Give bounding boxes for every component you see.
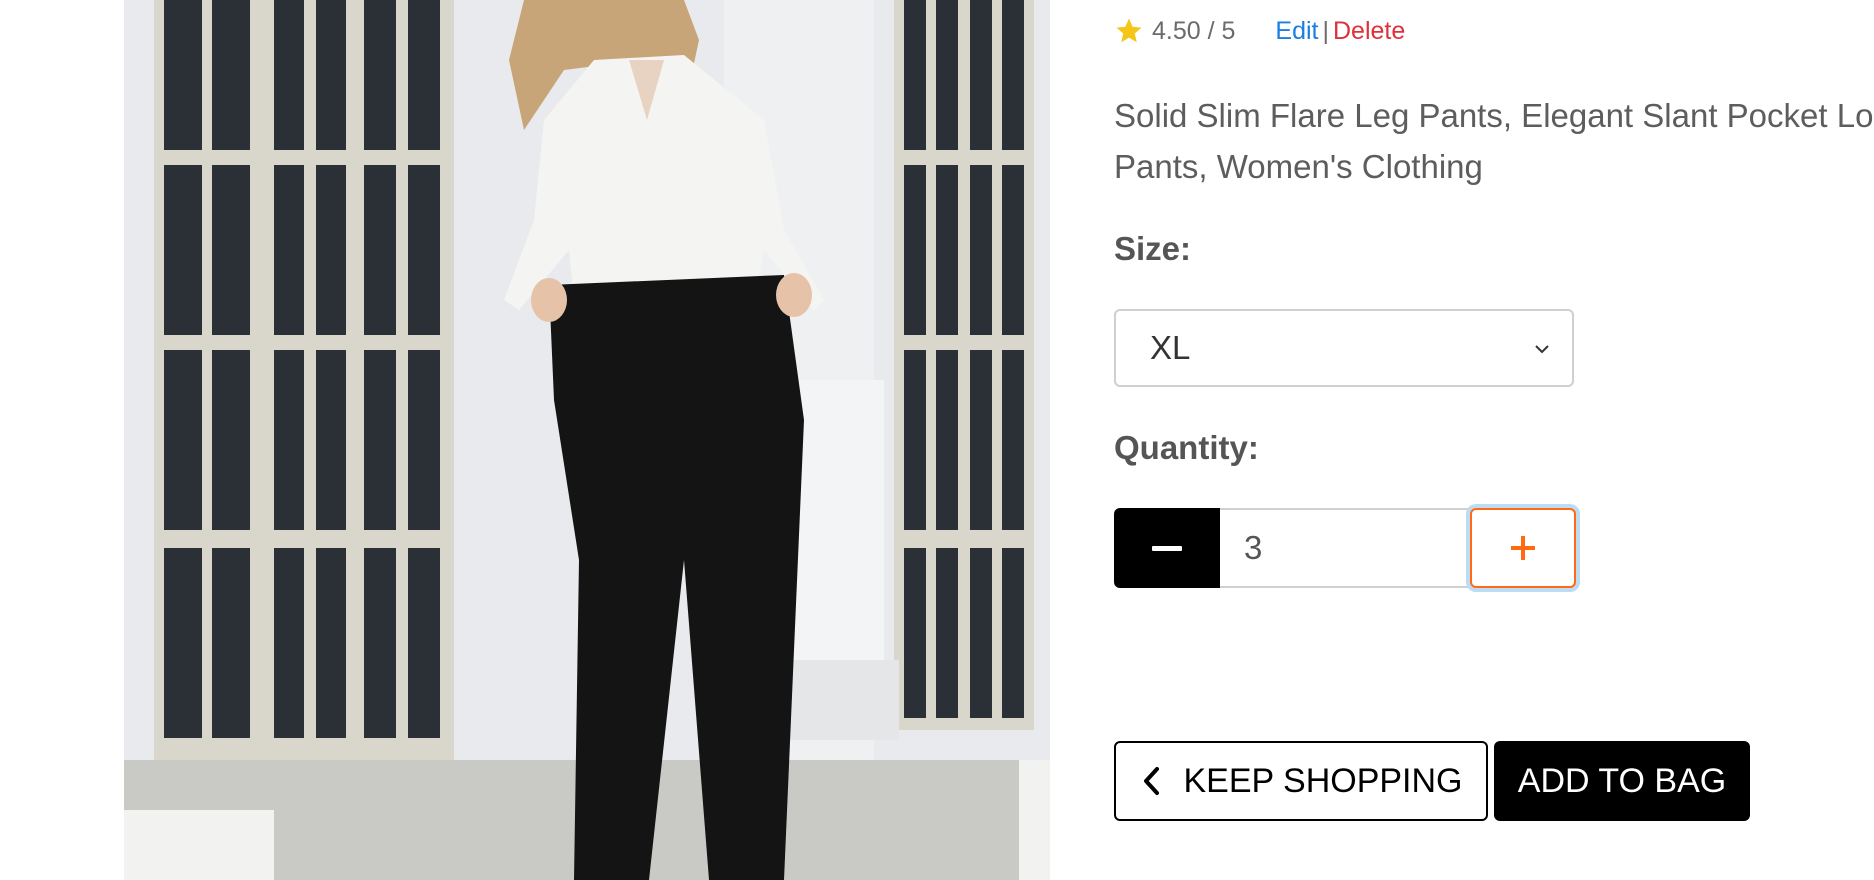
link-separator: | — [1322, 16, 1330, 45]
chevron-down-icon — [1535, 345, 1549, 354]
add-to-bag-label: ADD TO BAG — [1517, 761, 1727, 800]
product-details-panel: 4.50 / 5 Edit | Delete Solid Slim Flare … — [1114, 0, 1874, 880]
minus-icon — [1152, 545, 1182, 551]
chevron-left-icon — [1144, 767, 1160, 795]
add-to-bag-button[interactable]: ADD TO BAG — [1494, 741, 1750, 821]
delete-link[interactable]: Delete — [1333, 17, 1405, 46]
keep-shopping-button[interactable]: KEEP SHOPPING — [1114, 741, 1488, 821]
rating-value: 4.50 / 5 — [1152, 16, 1236, 45]
quantity-label: Quantity: — [1114, 429, 1259, 466]
star-icon — [1116, 18, 1142, 43]
product-title: Solid Slim Flare Leg Pants, Elegant Slan… — [1114, 90, 1874, 192]
quantity-decrease-button[interactable] — [1114, 508, 1220, 588]
edit-link[interactable]: Edit — [1275, 17, 1318, 46]
product-image — [124, 0, 1050, 880]
plus-icon — [1511, 536, 1535, 560]
size-selected-value: XL — [1150, 329, 1191, 366]
quantity-increase-button[interactable] — [1470, 508, 1576, 588]
product-photo-illustration — [124, 0, 1050, 880]
size-select[interactable]: XL — [1114, 309, 1574, 387]
rating-row: 4.50 / 5 Edit | Delete — [1114, 14, 1405, 48]
keep-shopping-label: KEEP SHOPPING — [1183, 761, 1463, 800]
product-title-line-2: Pants, Women's Clothing — [1114, 148, 1483, 185]
quantity-stepper: 3 — [1114, 508, 1576, 588]
size-label: Size: — [1114, 230, 1192, 267]
quantity-input[interactable]: 3 — [1220, 508, 1470, 588]
product-title-line-1: Solid Slim Flare Leg Pants, Elegant Slan… — [1114, 97, 1874, 134]
